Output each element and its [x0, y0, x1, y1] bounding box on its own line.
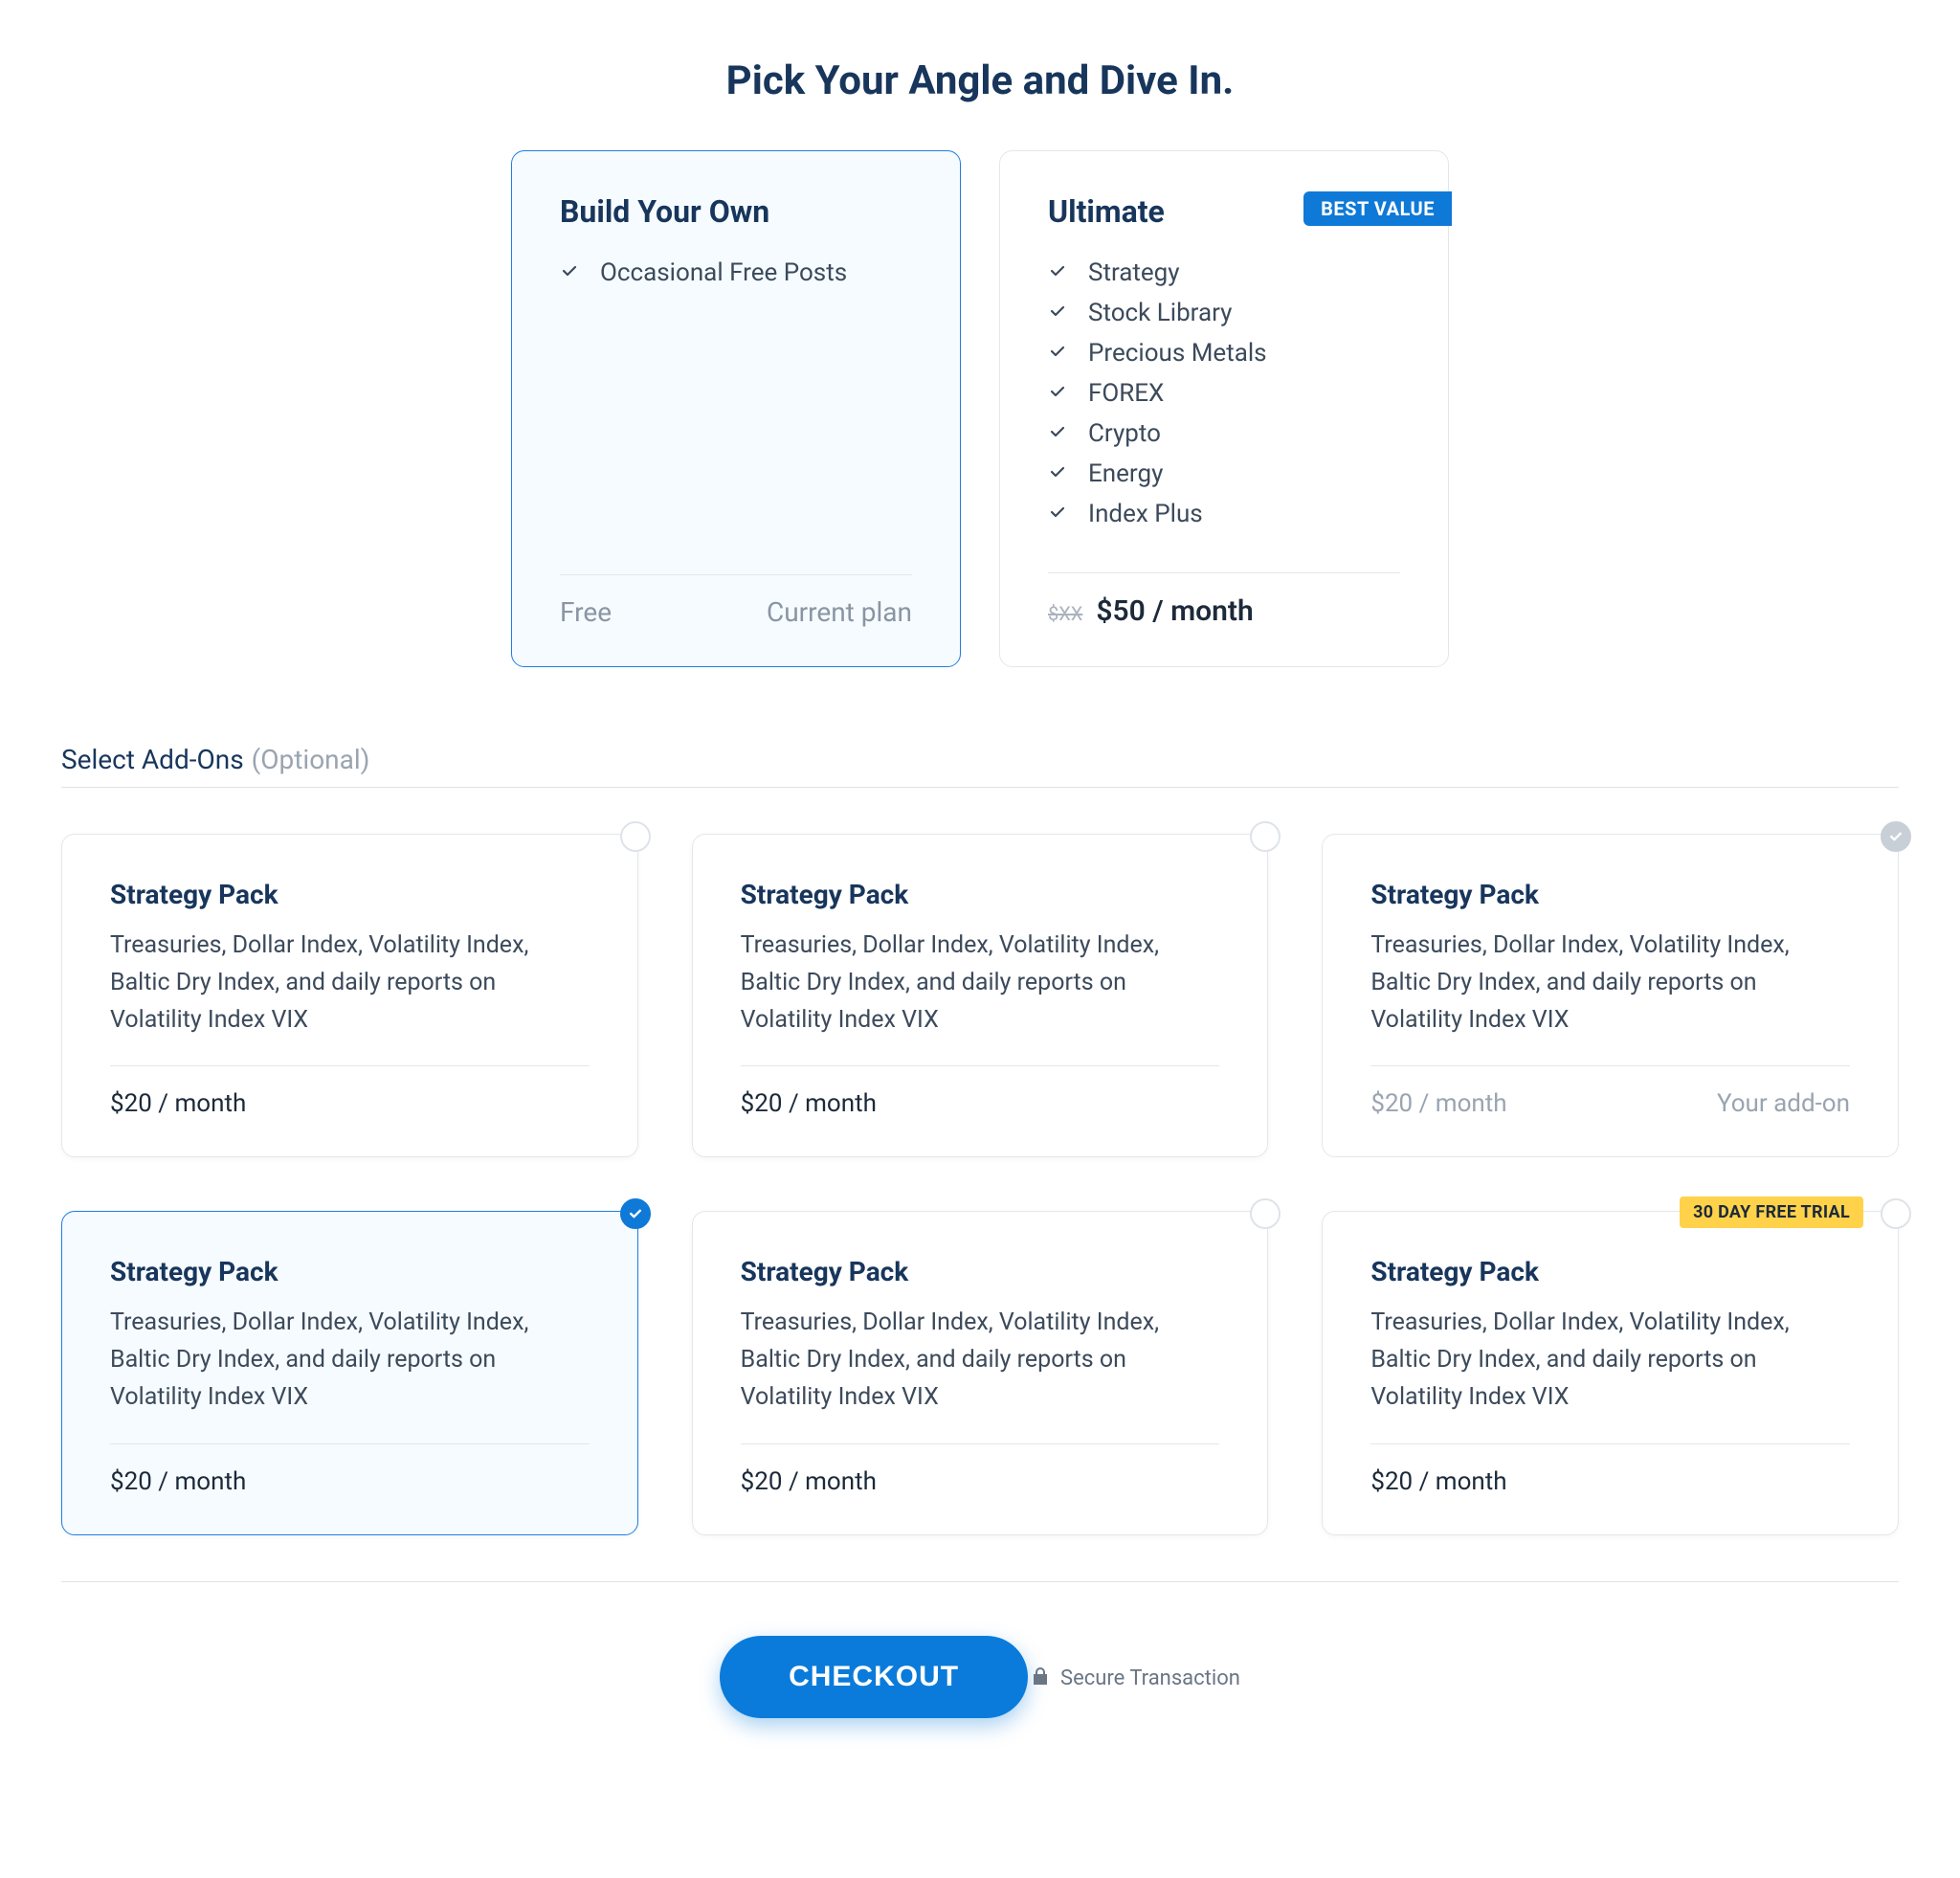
plan-features: Occasional Free Posts — [560, 253, 912, 293]
addon-price: $20 / month — [1370, 1467, 1506, 1496]
plan-feature-label: Index Plus — [1088, 500, 1203, 528]
secure-transaction-text: Secure Transaction — [1060, 1666, 1240, 1690]
addon-description: Treasuries, Dollar Index, Volatility Ind… — [110, 1305, 590, 1416]
addon-card[interactable]: 30 DAY FREE TRIALStrategy PackTreasuries… — [1322, 1211, 1899, 1534]
secure-transaction-label: Secure Transaction — [1032, 1666, 1240, 1691]
addon-bottom: $20 / month — [110, 1089, 590, 1118]
addon-title: Strategy Pack — [741, 879, 1220, 910]
plan-card[interactable]: Build Your Own Occasional Free Posts Free C… — [511, 150, 961, 667]
addon-card[interactable]: Strategy Pack Treasuries, Dollar Index, V… — [692, 1211, 1269, 1534]
addon-title: Strategy Pack — [1370, 879, 1850, 910]
divider — [1370, 1443, 1850, 1444]
plan-features: Strategy Stock Library Precious Metals FORE… — [1048, 253, 1400, 534]
addon-bottom: $20 / month — [741, 1089, 1220, 1118]
divider — [110, 1443, 590, 1444]
addons-heading: Select Add-Ons (Optional) — [61, 744, 1899, 775]
divider — [741, 1443, 1220, 1444]
lock-icon — [1032, 1666, 1049, 1691]
plan-status: Current plan — [767, 596, 912, 628]
plan-bottom: $XX $50 / month — [1048, 594, 1400, 628]
addons-grid: Strategy Pack Treasuries, Dollar Index, V… — [61, 834, 1899, 1535]
plan-price: $50 / month — [1096, 594, 1253, 628]
addon-price: $20 / month — [110, 1089, 246, 1118]
checkout-button[interactable]: CHECKOUT — [720, 1636, 1028, 1718]
addon-select-toggle[interactable] — [1250, 821, 1281, 852]
addon-select-toggle[interactable] — [1881, 1198, 1911, 1229]
plan-feature: Index Plus — [1048, 494, 1400, 534]
divider — [1048, 572, 1400, 573]
plan-feature: Stock Library — [1048, 293, 1400, 333]
plan-feature-label: Occasional Free Posts — [600, 258, 847, 287]
addon-bottom: $20 / month — [1370, 1467, 1850, 1496]
addon-description: Treasuries, Dollar Index, Volatility Ind… — [1370, 1305, 1850, 1416]
addon-title: Strategy Pack — [110, 879, 590, 910]
check-icon — [1048, 299, 1067, 327]
addon-select-toggle[interactable] — [620, 821, 651, 852]
addon-description: Treasuries, Dollar Index, Volatility Ind… — [1370, 928, 1850, 1039]
addon-bottom: $20 / month Your add-on — [1370, 1089, 1850, 1118]
plan-feature-label: FOREX — [1088, 379, 1164, 408]
addon-select-toggle[interactable] — [620, 1198, 651, 1229]
plan-feature-label: Stock Library — [1088, 299, 1232, 327]
plan-feature: Precious Metals — [1048, 333, 1400, 373]
divider — [61, 787, 1899, 788]
plan-feature: Energy — [1048, 454, 1400, 494]
addon-card: Strategy Pack Treasuries, Dollar Index, V… — [1322, 834, 1899, 1157]
plan-feature: Crypto — [1048, 414, 1400, 454]
addon-price: $20 / month — [741, 1467, 877, 1496]
addon-description: Treasuries, Dollar Index, Volatility Ind… — [741, 928, 1220, 1039]
check-icon — [1048, 459, 1067, 488]
addon-card[interactable]: Strategy Pack Treasuries, Dollar Index, V… — [61, 1211, 638, 1534]
addon-description: Treasuries, Dollar Index, Volatility Ind… — [741, 1305, 1220, 1416]
addon-price: $20 / month — [741, 1089, 877, 1118]
divider — [110, 1065, 590, 1066]
divider — [560, 574, 912, 575]
plan-feature: FOREX — [1048, 373, 1400, 414]
addon-bottom: $20 / month — [110, 1467, 590, 1496]
check-icon — [560, 258, 579, 287]
plan-feature-label: Energy — [1088, 459, 1163, 488]
addon-bottom: $20 / month — [741, 1467, 1220, 1496]
plan-feature-label: Strategy — [1088, 258, 1180, 287]
divider — [741, 1065, 1220, 1066]
addon-title: Strategy Pack — [1370, 1256, 1850, 1287]
plan-title: Build Your Own — [560, 193, 912, 230]
plan-price: Free — [560, 596, 612, 628]
addon-card[interactable]: Strategy Pack Treasuries, Dollar Index, V… — [692, 834, 1269, 1157]
plan-bottom: Free Current plan — [560, 596, 912, 628]
check-icon — [1048, 500, 1067, 528]
addon-price: $20 / month — [1370, 1089, 1506, 1118]
divider — [61, 1581, 1899, 1582]
check-icon — [1048, 419, 1067, 448]
check-icon — [1048, 258, 1067, 287]
check-icon — [1048, 339, 1067, 368]
plan-card[interactable]: BEST VALUEUltimateStrategyStock LibraryP… — [999, 150, 1449, 667]
addon-select-toggle[interactable] — [1250, 1198, 1281, 1229]
check-icon — [1048, 379, 1067, 408]
addon-title: Strategy Pack — [741, 1256, 1220, 1287]
plan-feature: Strategy — [1048, 253, 1400, 293]
addon-card[interactable]: Strategy Pack Treasuries, Dollar Index, V… — [61, 834, 638, 1157]
plan-price-block: $XX $50 / month — [1048, 594, 1254, 628]
addon-description: Treasuries, Dollar Index, Volatility Ind… — [110, 928, 590, 1039]
addon-title: Strategy Pack — [110, 1256, 590, 1287]
page-title: Pick Your Angle and Dive In. — [61, 57, 1899, 104]
plan-price-block: Free — [560, 596, 612, 628]
plan-feature-label: Crypto — [1088, 419, 1161, 448]
addons-optional-label: (Optional) — [252, 744, 370, 775]
addons-heading-text: Select Add-Ons — [61, 744, 244, 775]
best-value-badge: BEST VALUE — [1303, 191, 1452, 226]
addon-owned-label: Your add-on — [1717, 1089, 1850, 1118]
addon-select-toggle — [1881, 821, 1911, 852]
plan-feature: Occasional Free Posts — [560, 253, 912, 293]
plan-feature-label: Precious Metals — [1088, 339, 1267, 368]
plan-cards-row: Build Your Own Occasional Free Posts Free C… — [61, 150, 1899, 667]
free-trial-badge: 30 DAY FREE TRIAL — [1680, 1196, 1863, 1228]
divider — [1370, 1065, 1850, 1066]
plan-old-price: $XX — [1048, 602, 1082, 625]
addon-price: $20 / month — [110, 1467, 246, 1496]
